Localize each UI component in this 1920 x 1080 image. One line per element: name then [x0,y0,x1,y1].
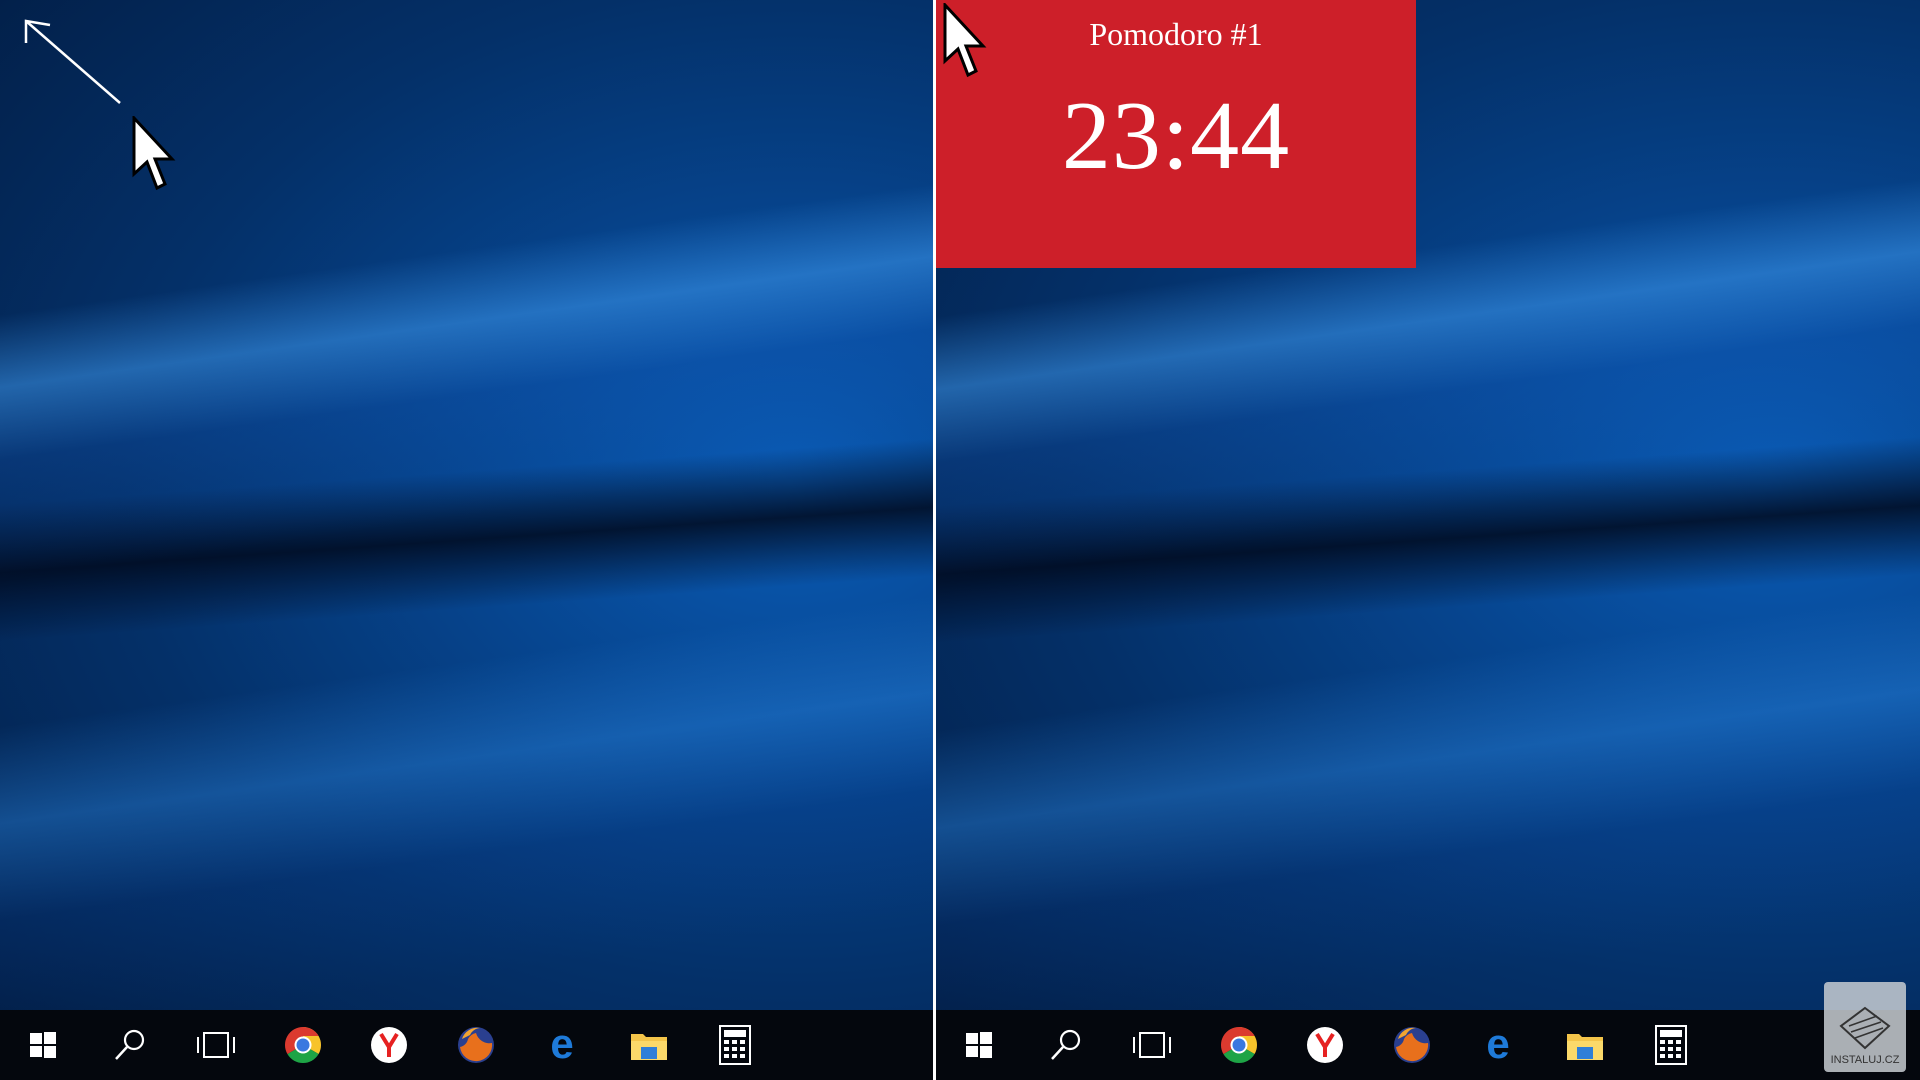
task-view-button[interactable] [1109,1010,1196,1080]
instaluj-logo-icon [1839,1006,1891,1050]
taskbar-right: e [936,1010,1920,1080]
start-button[interactable] [0,1010,87,1080]
folder-icon [1566,1034,1603,1060]
task-view-icon [197,1032,236,1058]
calculator-icon [1655,1025,1688,1065]
svg-text:e: e [1487,1025,1510,1065]
search-button[interactable] [87,1010,174,1080]
yandex-button[interactable] [346,1010,433,1080]
svg-text:e: e [551,1025,574,1065]
edge-icon: e [1487,1025,1510,1065]
chrome-button[interactable] [1196,1010,1283,1080]
edge-button[interactable]: e [1455,1010,1542,1080]
yandex-browser-icon [371,1027,408,1063]
windows-logo-icon [966,1032,993,1058]
yandex-button[interactable] [1282,1010,1369,1080]
windows-logo-icon [30,1032,57,1058]
firefox-button[interactable] [433,1010,520,1080]
pomodoro-title: Pomodoro #1 [1089,16,1263,52]
task-view-button[interactable] [173,1010,260,1080]
mouse-cursor-icon [132,116,176,191]
pomodoro-widget[interactable]: Pomodoro #1 23:44 [936,0,1416,268]
firefox-button[interactable] [1369,1010,1456,1080]
watermark-logo: INSTALUJ.CZ [1824,982,1906,1072]
desktop-right: Pomodoro #1 23:44 e INSTALUJ.CZ [936,0,1920,1080]
mouse-cursor-icon [943,3,987,78]
calculator-icon [719,1025,752,1065]
search-button[interactable] [1023,1010,1110,1080]
chrome-icon [1220,1027,1257,1064]
yandex-browser-icon [1307,1027,1344,1063]
taskbar-left: e [0,1010,933,1080]
chrome-button[interactable] [260,1010,347,1080]
folder-icon [630,1034,667,1060]
chrome-icon [284,1027,321,1064]
annotation-arrow-icon [24,19,121,104]
edge-icon: e [551,1025,574,1065]
search-icon [1050,1029,1080,1060]
edge-button[interactable]: e [519,1010,606,1080]
desktop-left: e [0,0,933,1080]
pomodoro-timer: 23:44 [1061,82,1291,190]
firefox-icon [457,1027,494,1063]
watermark-text: INSTALUJ.CZ [1830,1054,1900,1066]
start-button[interactable] [936,1010,1023,1080]
calculator-button[interactable] [692,1010,779,1080]
task-view-icon [1133,1032,1172,1058]
file-explorer-button[interactable] [606,1010,693,1080]
firefox-icon [1393,1027,1430,1063]
calculator-button[interactable] [1628,1010,1715,1080]
file-explorer-button[interactable] [1542,1010,1629,1080]
search-icon [114,1029,144,1060]
